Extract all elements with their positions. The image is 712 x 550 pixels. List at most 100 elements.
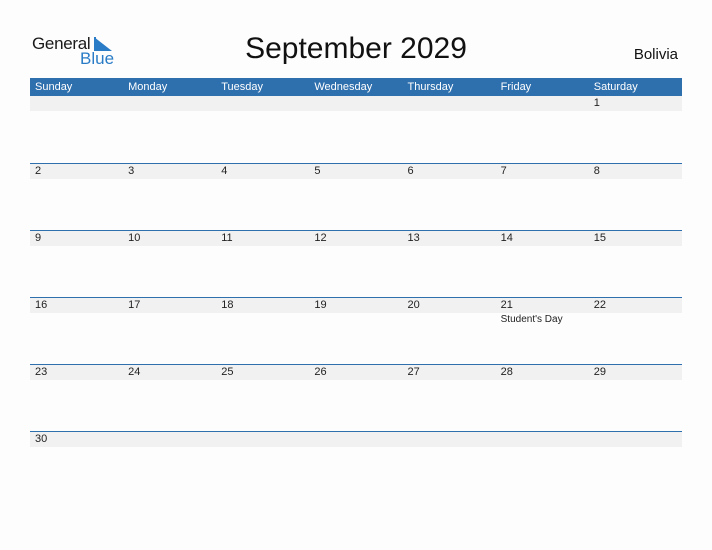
day-number: 1 [593,97,600,109]
day-number: 7 [500,165,507,177]
day-number: 30 [35,433,48,445]
week-row: 23 24 25 26 27 28 29 [30,364,682,431]
day-cell [403,96,496,111]
day-cell: 5 [309,164,402,179]
weekday-saturday: Saturday [593,81,638,93]
day-number [314,96,402,111]
day-number: 3 [128,165,135,177]
day-number [128,432,216,447]
weeks-container: 1 2 3 4 5 6 7 8 9 10 11 12 13 14 15 16 17 18 19 20 21 Student… [30,96,682,498]
day-cell: 24 [123,365,216,380]
day-number: 27 [407,366,420,378]
day-cell: 8 [589,164,682,179]
day-number: 22 [593,299,606,311]
day-number: 2 [35,165,42,177]
day-cell: 13 [403,231,496,246]
day-cell: 14 [496,231,589,246]
day-cell: 27 [403,365,496,380]
day-cell: 9 [30,231,123,246]
weekday-monday: Monday [128,81,168,93]
day-number: 8 [593,165,600,177]
day-number [221,432,309,447]
day-cell: 17 [123,298,216,327]
day-number: 9 [35,232,42,244]
day-number [408,96,496,111]
holiday-label: Student's Day [500,314,563,325]
day-number: 12 [314,232,327,244]
week-cells: 2 3 4 5 6 7 8 [30,164,682,179]
day-cell: 29 [589,365,682,380]
day-number: 5 [314,165,321,177]
day-number [501,432,589,447]
day-cell [123,96,216,111]
day-cell: 19 [309,298,402,327]
week-row: 30 [30,431,682,498]
day-number: 10 [128,232,141,244]
day-number: 11 [221,232,233,244]
day-number: 20 [407,299,420,311]
day-number: 24 [128,366,141,378]
day-number: 14 [500,232,513,244]
day-cell [309,96,402,111]
day-number: 6 [407,165,414,177]
day-cell: 30 [30,432,123,447]
day-cell: 2 [30,164,123,179]
day-cell: 16 [30,298,123,327]
weekday-thursday: Thursday [407,81,454,93]
day-number [501,96,589,111]
day-number: 28 [500,366,513,378]
day-cell: 20 [403,298,496,327]
day-cell: 18 [216,298,309,327]
weekday-wednesday: Wednesday [314,81,373,93]
day-number: 26 [314,366,327,378]
day-number: 18 [221,299,234,311]
day-number: 15 [593,232,606,244]
day-number: 13 [407,232,420,244]
day-number: 17 [128,299,141,311]
day-number: 16 [35,299,48,311]
day-cell: 6 [403,164,496,179]
weekday-sunday: Sunday [35,81,73,93]
day-number: 21 [500,299,513,311]
day-number: 4 [221,165,228,177]
day-number [128,96,216,111]
weekday-tuesday: Tuesday [221,81,264,93]
day-cell: 28 [496,365,589,380]
day-cell: 1 [589,96,682,111]
day-cell: 12 [309,231,402,246]
week-cells: 16 17 18 19 20 21 Student's Day 22 [30,298,682,327]
day-number: 23 [35,366,48,378]
day-cell: 7 [496,164,589,179]
weekday-header: Sunday Monday Tuesday Wednesday Thursday… [30,78,682,96]
day-cell [403,432,496,447]
country-label: Bolivia [633,46,678,63]
day-cell [123,432,216,447]
day-number [594,432,682,447]
day-cell: 23 [30,365,123,380]
week-row: 9 10 11 12 13 14 15 [30,230,682,297]
week-row: 1 [30,96,682,163]
day-cell [496,96,589,111]
week-cells: 30 [30,432,682,447]
day-cell [496,432,589,447]
day-cell: 3 [123,164,216,179]
day-cell [216,432,309,447]
day-cell [30,96,123,111]
day-cell: 21 Student's Day [496,298,589,327]
day-cell: 26 [309,365,402,380]
day-cell: 11 [216,231,309,246]
day-cell: 25 [216,365,309,380]
day-number [35,96,123,111]
day-number: 29 [593,366,606,378]
day-cell [216,96,309,111]
week-row: 16 17 18 19 20 21 Student's Day 22 [30,297,682,364]
day-cell: 10 [123,231,216,246]
calendar-title: September 2029 [245,32,467,65]
week-cells: 9 10 11 12 13 14 15 [30,231,682,246]
day-number [314,432,402,447]
day-cell [309,432,402,447]
week-cells: 1 [30,96,682,111]
day-cell: 15 [589,231,682,246]
day-number [408,432,496,447]
weekday-friday: Friday [500,81,532,93]
